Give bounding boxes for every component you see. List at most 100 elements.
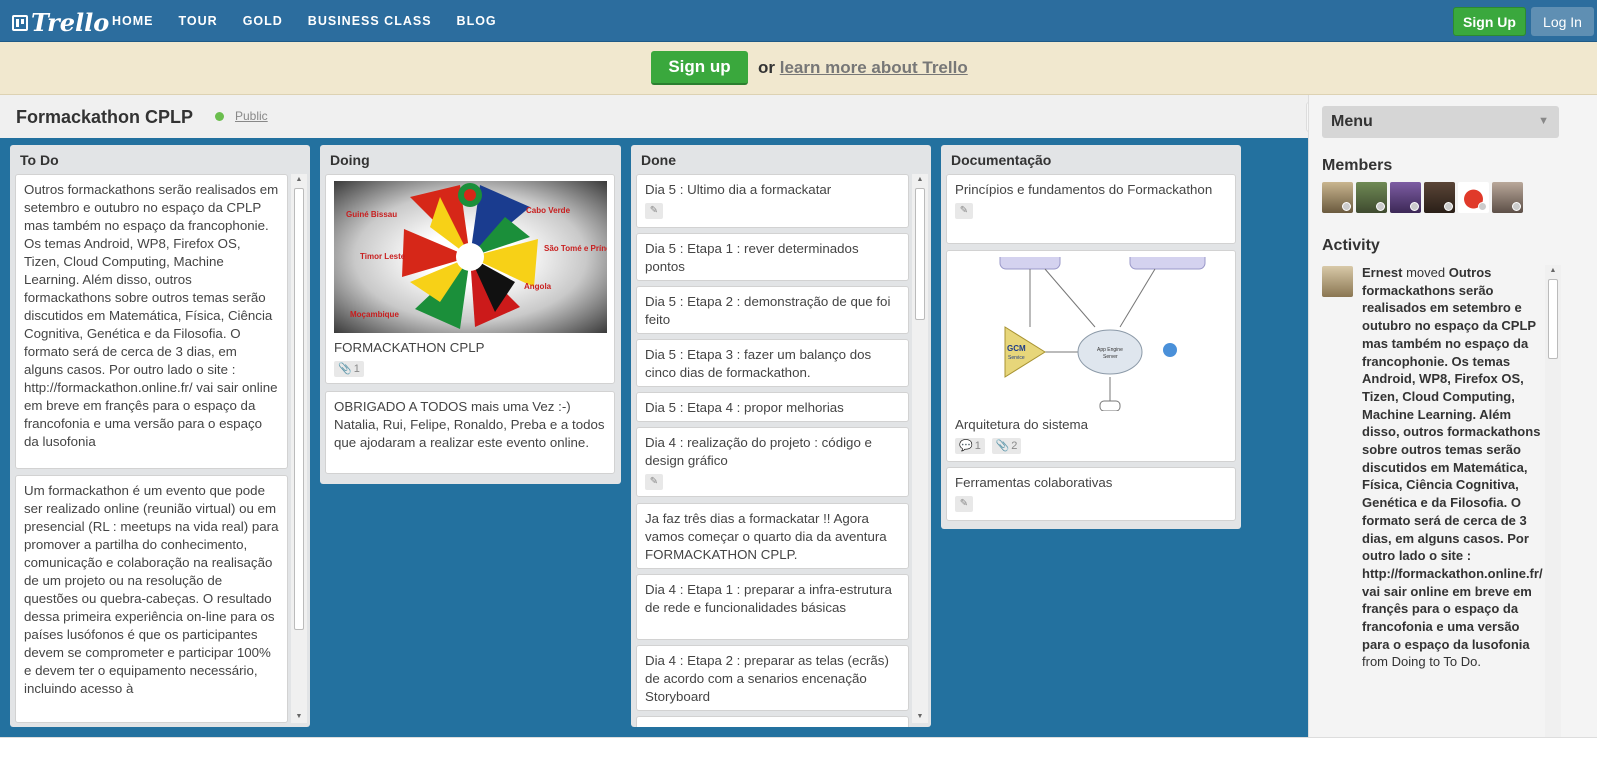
scroll-down-icon[interactable]: ▼ [912,711,928,723]
card-cover-image: Guiné Bissau Cabo Verde Timor Leste São … [334,181,607,333]
pencil-icon[interactable]: ✎ [955,203,973,219]
flag-label: Angola [524,282,552,291]
trello-logo[interactable]: Trello [12,8,109,37]
list-doing: Doing Guiné Bissau Cabo Verde Timor Lest… [320,145,621,484]
card[interactable]: Outros formackathons serão realisados em… [15,174,288,469]
card-text: Princípios e fundamentos do Formackathon [955,182,1213,197]
attachment-badge: 📎 1 [334,361,364,377]
activity-item: Ernest moved Outros formackathons serão … [1362,264,1543,671]
activity-card-link[interactable]: Outros formackathons serão realisados em… [1362,265,1543,652]
card[interactable]: Um formackathon é um evento que pode ser… [15,475,288,723]
list-documentacao: Documentação Princípios e fundamentos do… [941,145,1241,529]
flag-label: Moçambique [350,310,399,319]
list-title[interactable]: Done [641,152,676,168]
trello-board-icon [12,14,28,31]
card[interactable]: Dia 5 : Etapa 3 : fazer um balanço dos c… [636,339,909,387]
learn-more-link[interactable]: learn more about Trello [780,58,968,77]
visibility-link[interactable]: Public [235,109,268,123]
members-heading: Members [1322,157,1393,174]
card-text: Dia 4 : realização do projeto : código e… [645,435,872,468]
list-title[interactable]: To Do [20,152,59,168]
card[interactable]: Dia 5 : Ultimo dia a formackatar ✎ [636,174,909,228]
card[interactable] [636,716,909,727]
main-nav: HOME TOUR GOLD BUSINESS CLASS BLOG [112,0,522,42]
list-todo: To Do Outros formackathons serão realisa… [10,145,310,727]
scroll-thumb[interactable] [1548,279,1558,359]
card[interactable]: Ferramentas colaborativas ✎ [946,467,1236,521]
card[interactable]: Dia 4 : Etapa 2 : preparar as telas (ecr… [636,645,909,711]
architecture-diagram: GCM Service App Engine Server [999,257,1206,411]
cplp-flags-wheel: Guiné Bissau Cabo Verde Timor Leste São … [346,183,607,329]
nav-business-class[interactable]: BUSINESS CLASS [308,14,432,28]
menu-label: Menu [1331,113,1373,130]
pencil-icon[interactable]: ✎ [955,496,973,512]
nav-tour[interactable]: TOUR [179,14,218,28]
card[interactable]: OBRIGADO A TODOS mais uma Vez :-) Natali… [325,391,615,474]
card[interactable]: Dia 5 : Etapa 1 : rever determinados pon… [636,233,909,281]
comment-icon: 💬 [959,440,973,452]
avatar[interactable] [1390,182,1421,213]
nav-home[interactable]: HOME [112,14,154,28]
card-title: Arquitetura do sistema [955,417,1089,432]
avatar[interactable] [1458,182,1489,213]
nav-blog[interactable]: BLOG [457,14,497,28]
avatar[interactable] [1424,182,1455,213]
avatar[interactable] [1492,182,1523,213]
card[interactable]: Princípios e fundamentos do Formackathon… [946,174,1236,244]
card-badges: 💬 1 📎 2 [955,434,1024,454]
card[interactable]: Dia 5 : Etapa 2 : demonstração de que fo… [636,286,909,334]
scroll-up-icon[interactable]: ▲ [1545,265,1561,277]
gcm-label: GCM [1007,344,1026,353]
server-label: App Engine [1097,347,1123,353]
flag-label: São Tomé e Príncipe [544,244,607,253]
scroll-up-icon[interactable]: ▲ [912,174,928,186]
list-scrollbar[interactable]: ▲ ▼ [291,174,307,723]
pencil-icon[interactable]: ✎ [645,474,663,490]
banner-text: or learn more about Trello [758,58,968,78]
comment-badge: 💬 1 [955,438,985,454]
board-title[interactable]: Formackathon CPLP [16,107,193,128]
card[interactable]: Guiné Bissau Cabo Verde Timor Leste São … [325,174,615,384]
status-bar [0,737,1597,757]
nav-gold[interactable]: GOLD [243,14,283,28]
server-sub-label: Server [1103,354,1118,360]
activity-user[interactable]: Ernest [1362,265,1402,280]
card[interactable]: Ja faz três dias a formackatar !! Agora … [636,503,909,569]
activity-route: Doing to To Do. [1391,654,1481,670]
signup-button[interactable]: Sign Up [1453,7,1526,36]
avatar[interactable] [1356,182,1387,213]
scroll-thumb[interactable] [294,188,304,630]
paperclip-icon: 📎 [995,440,1010,452]
logo-text: Trello [31,8,110,37]
top-bar: Trello HOME TOUR GOLD BUSINESS CLASS BLO… [0,0,1597,42]
attachment-badge: 📎 2 [991,438,1022,454]
card-text: Dia 5 : Ultimo dia a formackatar [645,182,832,197]
card[interactable]: Dia 5 : Etapa 4 : propor melhorias [636,392,909,422]
list-title[interactable]: Documentação [951,152,1051,168]
scroll-down-icon[interactable]: ▼ [291,711,307,723]
banner-or: or [758,58,775,77]
sidebar-scroll-track[interactable]: ▲ [1545,265,1561,757]
board-sidebar: Menu ▼ Members Activity Ernest moved Out… [1308,95,1597,757]
list-title[interactable]: Doing [330,152,370,168]
list-scrollbar[interactable]: ▲ ▼ [912,174,928,723]
flag-label: Timor Leste [360,252,406,261]
sidebar-scrollbar[interactable]: ▲ [1545,265,1561,757]
flag-label: Cabo Verde [526,206,571,215]
banner-signup-button[interactable]: Sign up [651,51,748,85]
avatar[interactable] [1322,182,1353,213]
card-text: Ferramentas colaborativas [955,475,1113,490]
menu-button[interactable]: Menu ▼ [1322,106,1559,138]
card[interactable]: GCM Service App Engine Server Arquitetur… [946,250,1236,462]
card[interactable]: Dia 4 : realização do projeto : código e… [636,427,909,497]
pencil-icon[interactable]: ✎ [645,203,663,219]
login-button[interactable]: Log In [1531,7,1594,36]
avatar[interactable] [1322,266,1353,297]
board-header: Formackathon CPLP Public [0,95,1332,138]
chevron-down-icon: ▼ [1538,115,1549,127]
scroll-up-icon[interactable]: ▲ [291,174,307,186]
scroll-thumb[interactable] [915,188,925,320]
gcm-sub-label: Service [1008,355,1025,361]
card[interactable]: Dia 4 : Etapa 1 : preparar a infra-estru… [636,574,909,640]
card-cover-diagram: GCM Service App Engine Server [955,257,1228,411]
